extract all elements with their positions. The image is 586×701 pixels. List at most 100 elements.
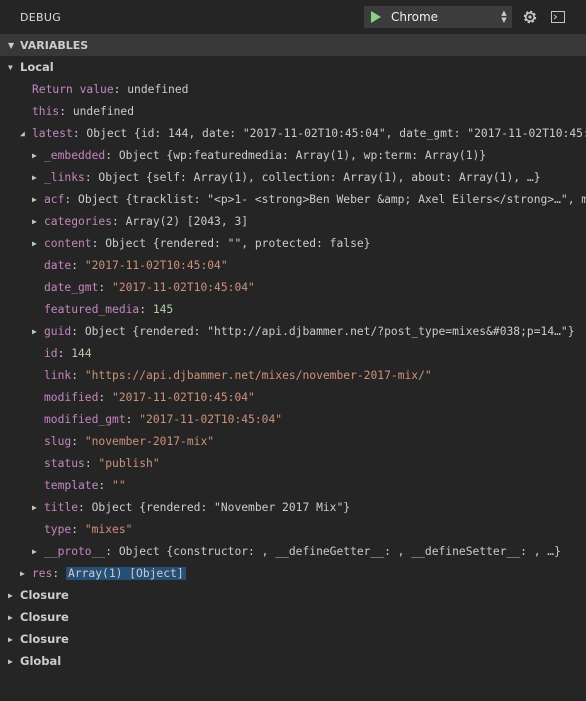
scope-global[interactable]: ▶ Global xyxy=(0,650,586,672)
variable-value: Array(2) [2043, 3] xyxy=(125,214,249,228)
separator: : xyxy=(52,566,67,580)
scope-closure[interactable]: ▶ Closure xyxy=(0,584,586,606)
variable-name: id xyxy=(44,346,58,360)
variable-this[interactable]: this: undefined xyxy=(0,100,586,122)
variable-name: res xyxy=(32,566,53,580)
variable-value: Object {rendered: "", protected: false} xyxy=(105,236,371,250)
variable-type[interactable]: type: "mixes" xyxy=(0,518,586,540)
debug-title: DEBUG xyxy=(20,10,62,24)
variable-value: "november-2017-mix" xyxy=(84,434,215,448)
separator: : xyxy=(139,302,153,316)
variable-name: Return value xyxy=(32,82,114,96)
variable-value: "2017-11-02T10:45:04" xyxy=(139,412,283,426)
variable-id[interactable]: id: 144 xyxy=(0,342,586,364)
scope-closure[interactable]: ▶ Closure xyxy=(0,606,586,628)
variable-date[interactable]: date: "2017-11-02T10:45:04" xyxy=(0,254,586,276)
variable-slug[interactable]: slug: "november-2017-mix" xyxy=(0,430,586,452)
variable-featured-media[interactable]: featured_media: 145 xyxy=(0,298,586,320)
variable-value: Object {rendered: "http://api.djbammer.n… xyxy=(84,324,575,338)
variable-links[interactable]: ▶ _links: Object {self: Array(1), collec… xyxy=(0,166,586,188)
separator: : xyxy=(112,214,126,228)
chevron-down-icon: ▼ xyxy=(8,40,15,50)
scope-closure[interactable]: ▶ Closure xyxy=(0,628,586,650)
scope-label: Closure xyxy=(20,610,69,624)
variable-guid[interactable]: ▶ guid: Object {rendered: "http://api.dj… xyxy=(0,320,586,342)
separator: : xyxy=(98,478,113,492)
variable-title[interactable]: ▶ title: Object {rendered: "November 201… xyxy=(0,496,586,518)
separator: : xyxy=(71,368,85,382)
variable-value: "2017-11-02T10:45:04" xyxy=(112,390,255,404)
separator: : xyxy=(125,412,140,426)
variable-name: _links xyxy=(44,170,85,184)
variable-modified[interactable]: modified: "2017-11-02T10:45:04" xyxy=(0,386,586,408)
variable-name: content xyxy=(44,236,92,250)
variable-name: this xyxy=(32,104,60,118)
separator: : xyxy=(59,104,73,118)
separator: : xyxy=(84,456,99,470)
chevron-right-icon: ▶ xyxy=(8,634,13,644)
variable-value: "2017-11-02T10:45:04" xyxy=(84,258,228,272)
variable-name: title xyxy=(44,500,79,514)
variable-link[interactable]: link: "https://api.djbammer.net/mixes/no… xyxy=(0,364,586,386)
variables-section-header[interactable]: ▼ VARIABLES xyxy=(0,34,586,56)
scope-label: Closure xyxy=(20,632,69,646)
separator: : xyxy=(71,258,85,272)
scope-label: Local xyxy=(20,60,54,74)
separator: : xyxy=(84,170,99,184)
variable-modified-gmt[interactable]: modified_gmt: "2017-11-02T10:45:04" xyxy=(0,408,586,430)
variable-proto[interactable]: ▶ __proto__: Object {constructor: , __de… xyxy=(0,540,586,562)
variable-name: _embedded xyxy=(44,148,106,162)
variable-name: type xyxy=(44,522,72,536)
gear-icon[interactable] xyxy=(522,9,538,25)
chevron-right-icon: ▶ xyxy=(32,194,37,204)
separator: : xyxy=(105,148,119,162)
separator: : xyxy=(98,390,113,404)
variable-embedded[interactable]: ▶ _embedded: Object {wp:featuredmedia: A… xyxy=(0,144,586,166)
variable-name: guid xyxy=(44,324,72,338)
scope-local[interactable]: ▼ Local xyxy=(0,56,586,78)
chevron-right-icon: ▶ xyxy=(32,326,37,336)
variable-content[interactable]: ▶ content: Object {rendered: "", protect… xyxy=(0,232,586,254)
variable-value: Object {constructor: , __defineGetter__:… xyxy=(118,544,561,558)
variable-categories[interactable]: ▶ categories: Array(2) [2043, 3] xyxy=(0,210,586,232)
variable-date-gmt[interactable]: date_gmt: "2017-11-02T10:45:04" xyxy=(0,276,586,298)
variable-value: Object {id: 144, date: "2017-11-02T10:45… xyxy=(86,126,586,140)
variables-section-title: VARIABLES xyxy=(20,38,89,52)
chevron-right-icon: ▶ xyxy=(32,172,37,182)
separator: : xyxy=(105,544,119,558)
play-icon[interactable] xyxy=(365,7,387,27)
variable-latest[interactable]: ◢ latest: Object {id: 144, date: "2017-1… xyxy=(0,122,586,144)
variable-name: date_gmt xyxy=(44,280,99,294)
scope-label: Closure xyxy=(20,588,69,602)
variable-value: Object {rendered: "November 2017 Mix"} xyxy=(91,500,351,514)
variable-value: Array(1) [Object] xyxy=(66,566,186,580)
debug-controls: Chrome ▲ ▼ xyxy=(364,6,565,28)
chevron-right-icon: ▶ xyxy=(32,238,37,248)
variable-value: 145 xyxy=(152,302,174,316)
chevron-right-icon: ▶ xyxy=(32,546,37,556)
variable-value: Object {wp:featuredmedia: Array(1), wp:t… xyxy=(118,148,487,162)
separator: : xyxy=(57,346,72,360)
variable-res[interactable]: ▶ res: Array(1) [Object] xyxy=(0,562,586,584)
debug-console-icon[interactable] xyxy=(550,9,566,25)
separator: : xyxy=(91,236,106,250)
separator: : xyxy=(64,192,79,206)
variable-template[interactable]: template: "" xyxy=(0,474,586,496)
chevron-right-icon: ▶ xyxy=(8,590,13,600)
chevron-right-icon: ▶ xyxy=(32,216,37,226)
variable-value: Object {tracklist: "<p>1- <strong>Ben We… xyxy=(78,192,586,206)
variable-value: undefined xyxy=(72,104,135,118)
chevron-right-icon: ▶ xyxy=(32,502,37,512)
variable-name: latest xyxy=(32,126,73,140)
variable-acf[interactable]: ▶ acf: Object {tracklist: "<p>1- <strong… xyxy=(0,188,586,210)
chevron-down-icon: ▼ xyxy=(8,62,13,72)
variable-name: featured_media xyxy=(44,302,140,316)
variable-name: modified_gmt xyxy=(44,412,126,426)
variable-return-value[interactable]: Return value: undefined xyxy=(0,78,586,100)
variable-status[interactable]: status: "publish" xyxy=(0,452,586,474)
variable-value: 144 xyxy=(71,346,92,360)
variable-name: modified xyxy=(44,390,99,404)
launch-config-select[interactable]: Chrome ▲ ▼ xyxy=(364,6,512,28)
variable-value: "2017-11-02T10:45:04" xyxy=(112,280,255,294)
variable-value: Object {self: Array(1), collection: Arra… xyxy=(98,170,541,184)
